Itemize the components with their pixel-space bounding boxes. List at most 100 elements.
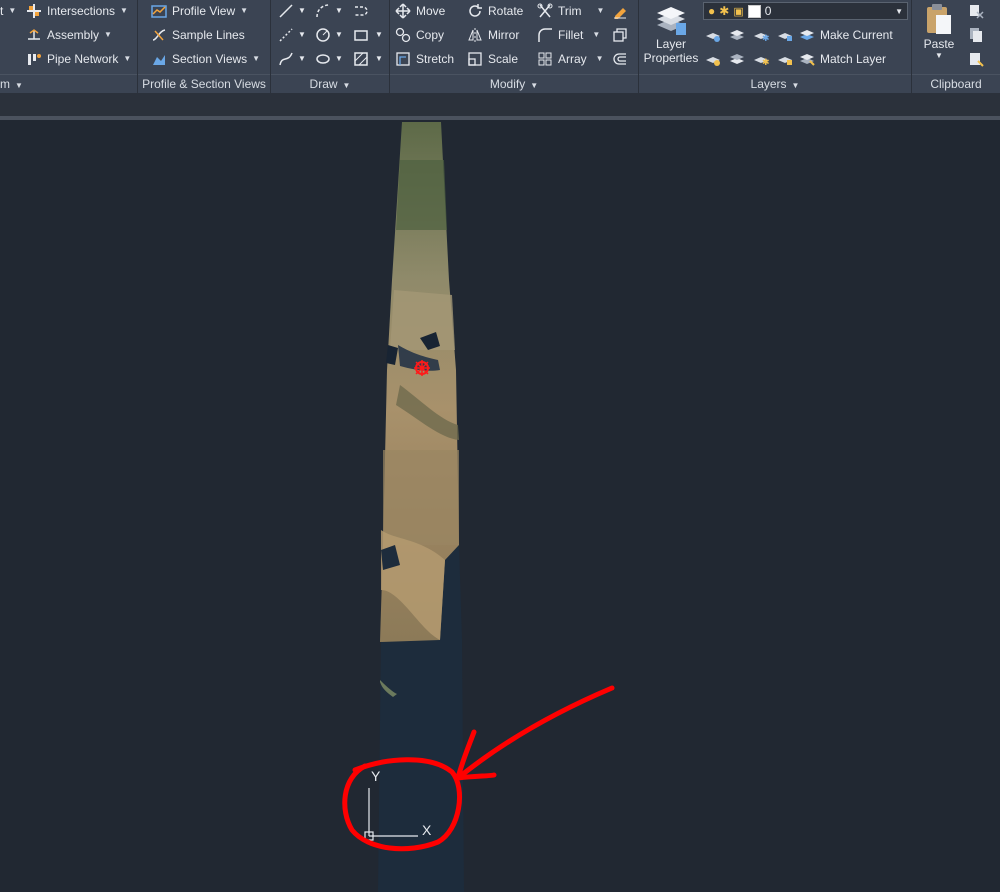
- make-current-button[interactable]: Make Current: [799, 25, 893, 45]
- make-current-label: Make Current: [820, 28, 893, 42]
- layer-off-icon[interactable]: [703, 25, 723, 45]
- array-icon: [537, 51, 553, 67]
- panel-layers-title[interactable]: Layers ▼: [639, 74, 911, 93]
- chevron-down-icon[interactable]: ▼: [335, 30, 343, 39]
- fillet-icon: [537, 27, 553, 43]
- explode-icon[interactable]: [610, 25, 630, 45]
- panel-modify-title[interactable]: Modify ▼: [390, 74, 638, 93]
- panel-left-partial-title[interactable]: m ▼: [0, 74, 137, 93]
- tool-stretch[interactable]: Stretch: [395, 49, 454, 69]
- rectangle-icon[interactable]: [351, 25, 371, 45]
- panel-clipboard: Paste ▼ Clipboard: [912, 0, 1000, 93]
- panel-draw-title[interactable]: Draw ▼: [271, 74, 389, 93]
- layer-properties-label-2: Properties: [643, 51, 699, 65]
- layer-properties-icon: [654, 3, 688, 37]
- spline-icon[interactable]: [276, 49, 296, 69]
- layer-properties-button[interactable]: Layer Properties: [643, 1, 699, 69]
- panel-modify-title-label: Modify: [489, 77, 526, 91]
- tool-assembly[interactable]: Assembly ▼: [26, 25, 112, 45]
- match-layer-label: Match Layer: [820, 52, 887, 66]
- panel-left-partial-title-label: m: [0, 77, 10, 91]
- tool-mirror[interactable]: Mirror: [467, 25, 519, 45]
- panel-profile-section: Profile View ▼ Sample Lines Section View…: [138, 0, 271, 93]
- chevron-down-icon: ▼: [596, 6, 605, 15]
- panel-draw: ▼ ▼ ▼ ▼ ▼ ▼ ▼ ▼ Draw ▼: [271, 0, 390, 93]
- ellipse-icon[interactable]: [313, 49, 333, 69]
- hatch-icon[interactable]: [351, 49, 371, 69]
- ribbon: t ▼ Intersections ▼ Assembly ▼ Pipe Netw…: [0, 0, 1000, 93]
- chevron-down-icon[interactable]: ▼: [298, 30, 306, 39]
- chevron-down-icon[interactable]: ▼: [298, 54, 306, 63]
- chevron-down-icon: ▼: [791, 81, 800, 90]
- tool-intersections[interactable]: Intersections ▼: [26, 1, 128, 21]
- tool-sample-lines[interactable]: Sample Lines: [151, 25, 245, 45]
- layer-freeze-icon[interactable]: ✱: [751, 25, 771, 45]
- line-icon[interactable]: [276, 1, 296, 21]
- unlock-icon: ▣: [733, 5, 744, 18]
- chevron-down-icon[interactable]: ▼: [375, 30, 383, 39]
- chevron-down-icon: ▼: [15, 81, 23, 90]
- tool-trim[interactable]: Trim ▼: [537, 1, 604, 21]
- construction-line-icon[interactable]: [276, 25, 296, 45]
- chevron-down-icon: ▼: [895, 6, 903, 16]
- layer-thaw-icon[interactable]: ✱: [751, 49, 771, 69]
- match-properties-icon[interactable]: [966, 49, 986, 69]
- tool-pipe-network[interactable]: Pipe Network ▼: [26, 49, 131, 69]
- panel-layers-title-label: Layers: [750, 77, 787, 91]
- tool-rotate[interactable]: Rotate: [467, 1, 523, 21]
- panel-profile-section-title[interactable]: Profile & Section Views: [138, 74, 270, 93]
- move-label: Move: [416, 4, 446, 18]
- layer-isolate-icon[interactable]: [727, 25, 747, 45]
- section-views-label: Section Views: [172, 52, 248, 66]
- copy-label: Copy: [416, 28, 445, 42]
- panel-clipboard-title-label: Clipboard: [930, 77, 982, 91]
- fillet-label: Fillet: [558, 28, 584, 42]
- paste-button[interactable]: Paste ▼: [918, 1, 960, 69]
- assembly-icon: [26, 27, 42, 43]
- tool-move[interactable]: Move: [395, 1, 445, 21]
- chevron-down-icon[interactable]: ▼: [375, 54, 383, 63]
- array-label: Array: [558, 52, 587, 66]
- paste-label: Paste: [923, 37, 955, 51]
- layer-unlock-icon[interactable]: [775, 49, 795, 69]
- tool-profile-view[interactable]: Profile View ▼: [151, 1, 248, 21]
- make-current-icon: [799, 27, 815, 43]
- profile-view-label: Profile View: [172, 4, 236, 18]
- drawing-viewport: Y X: [342, 122, 615, 892]
- polyline-icon[interactable]: [313, 1, 333, 21]
- match-layer-icon: [799, 51, 815, 67]
- tool-array[interactable]: Array ▼: [537, 49, 604, 69]
- paste-icon: [924, 3, 954, 37]
- layer-lock-icon[interactable]: [775, 25, 795, 45]
- circle-icon[interactable]: [313, 25, 333, 45]
- rotate-icon: [467, 3, 483, 19]
- sample-lines-label: Sample Lines: [172, 28, 245, 42]
- layer-properties-label-1: Layer: [655, 37, 687, 51]
- tool-copy[interactable]: Copy: [395, 25, 444, 45]
- stretch-icon: [395, 51, 411, 67]
- chevron-down-icon[interactable]: ▼: [298, 6, 306, 15]
- copy-icon: [395, 27, 411, 43]
- copy-clip-icon[interactable]: [966, 25, 986, 45]
- erase-icon[interactable]: [610, 1, 630, 21]
- chevron-down-icon: ▼: [935, 51, 943, 60]
- arc-icon[interactable]: [351, 1, 371, 21]
- layer-unisolate-icon[interactable]: [727, 49, 747, 69]
- ucs-x-label: X: [422, 822, 432, 838]
- match-layer-button[interactable]: Match Layer: [799, 49, 886, 69]
- layer-on-icon[interactable]: [703, 49, 723, 69]
- drawing-canvas[interactable]: Y X: [0, 120, 1000, 892]
- chevron-down-icon[interactable]: ▼: [335, 54, 343, 63]
- panel-clipboard-title[interactable]: Clipboard: [912, 74, 1000, 93]
- chevron-down-icon[interactable]: ▼: [335, 6, 343, 15]
- scale-icon: [467, 51, 483, 67]
- tool-fillet[interactable]: Fillet ▼: [537, 25, 600, 45]
- tool-scale[interactable]: Scale: [467, 49, 518, 69]
- cut-icon[interactable]: [966, 1, 986, 21]
- tool-partial-t[interactable]: t ▼: [0, 1, 16, 21]
- offset-icon[interactable]: [610, 49, 630, 69]
- layer-dropdown[interactable]: ● ✱ ▣ 0 ▼: [703, 2, 908, 20]
- chevron-down-icon: ▼: [8, 6, 17, 15]
- tool-section-views[interactable]: Section Views ▼: [151, 49, 260, 69]
- location-marker-icon[interactable]: [414, 360, 430, 376]
